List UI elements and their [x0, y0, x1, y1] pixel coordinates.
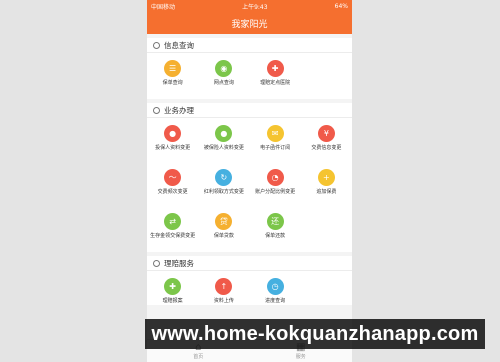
clock-icon: ◷: [266, 278, 284, 295]
section-header: 信息查询: [147, 38, 352, 53]
carrier-label: 中国移动: [151, 3, 176, 11]
menu-item[interactable]: ¥ 交费信息变更: [301, 120, 352, 164]
status-bar: 中国移动 上午9:43 64%: [147, 0, 352, 12]
menu-item-label: 追加保费: [316, 189, 337, 195]
section-header-icon: [153, 106, 160, 114]
nav-bar: 我家阳光: [147, 12, 352, 34]
menu-item-label: 理赔报案: [162, 298, 183, 304]
section-header: 业务办理: [147, 103, 352, 118]
person-icon: ●: [164, 125, 182, 142]
watermark-banner: www.home-kokquanzhanapp.com: [145, 319, 485, 349]
section-title: 信息查询: [164, 40, 194, 50]
menu-item[interactable]: ● 投保人资料变更: [147, 120, 198, 164]
section-grid: ● 投保人资料变更 ● 被保险人资料变更 ✉ 电子函件订阅 ¥ 交费信息变更〜交费频次变更 ↻ 红…: [147, 118, 352, 252]
yuan-icon: ¥: [317, 125, 335, 142]
plus-icon: +: [317, 169, 335, 186]
menu-item-label: 账户分配比例变更: [255, 189, 296, 195]
menu-item[interactable]: ● 被保险人资料变更: [198, 120, 249, 164]
section-title: 业务办理: [164, 105, 194, 115]
pie-chart-icon: ◔: [266, 169, 284, 186]
section-2: 理赔服务 ✚ 理赔报案 ↑ 资料上传 ◷ 进度查询: [147, 256, 352, 305]
section-title: 理赔服务: [164, 258, 194, 268]
menu-item[interactable]: ◷ 进度查询: [250, 273, 301, 305]
sections-container: 信息查询 ☰ 保单查询 ◉ 网点查询 ✚ 理赔定点医院业务办理 ● 投保人资料变更 ● 被保险人资料…: [147, 38, 352, 305]
tab-service-label: 服务: [295, 353, 306, 360]
menu-item[interactable]: ◔ 账户分配比例变更: [250, 164, 301, 208]
menu-item[interactable]: ◉ 网点查询: [198, 55, 249, 99]
loan-icon: 贷: [215, 213, 233, 230]
menu-item-label: 保单还款: [265, 233, 286, 239]
clock: 上午9:43: [242, 3, 268, 11]
menu-item-label: 电子函件订阅: [260, 145, 291, 151]
menu-item-label: 投保人资料变更: [155, 145, 191, 151]
menu-item-label: 进度查询: [265, 298, 286, 304]
menu-item-label: 交费信息变更: [311, 145, 342, 151]
section-grid: ✚ 理赔报案 ↑ 资料上传 ◷ 进度查询: [147, 271, 352, 305]
menu-item[interactable]: ✚ 理赔定点医院: [250, 55, 301, 99]
person-icon: ●: [215, 125, 233, 142]
page-title: 我家阳光: [231, 19, 268, 30]
menu-item[interactable]: ✉ 电子函件订阅: [250, 120, 301, 164]
menu-item-label: 理赔定点医院: [260, 80, 291, 86]
menu-item-label: 红利领取方式变更: [203, 189, 244, 195]
watermark-text: www.home-kokquanzhanapp.com: [151, 322, 479, 345]
menu-item[interactable]: ✚ 理赔报案: [147, 273, 198, 305]
hospital-icon: ✚: [266, 60, 284, 77]
location-pin-icon: ◉: [215, 60, 233, 77]
menu-item-label: 保单贷款: [213, 233, 234, 239]
menu-item[interactable]: 贷保单贷款: [198, 208, 249, 252]
repay-icon: 还: [266, 213, 284, 230]
mail-icon: ✉: [266, 125, 284, 142]
shield-plus-icon: ✚: [164, 278, 182, 295]
section-1: 业务办理 ● 投保人资料变更 ● 被保险人资料变更 ✉ 电子函件订阅 ¥ 交费信息变更〜交费频次…: [147, 103, 352, 252]
menu-item[interactable]: + 追加保费: [301, 164, 352, 208]
refresh-icon: ↻: [215, 169, 233, 186]
menu-item[interactable]: ☰ 保单查询: [147, 55, 198, 99]
section-header-icon: [153, 259, 160, 267]
section-grid: ☰ 保单查询 ◉ 网点查询 ✚ 理赔定点医院: [147, 53, 352, 99]
section-0: 信息查询 ☰ 保单查询 ◉ 网点查询 ✚ 理赔定点医院: [147, 38, 352, 99]
menu-item-label: 生存金领交保费变更: [150, 233, 196, 239]
menu-item-label: 资料上传: [213, 298, 234, 304]
section-header-icon: [153, 41, 160, 49]
battery-level: 64%: [334, 2, 348, 10]
menu-item-label: 交费频次变更: [157, 189, 188, 195]
upload-icon: ↑: [215, 278, 233, 295]
trend-icon: 〜: [164, 169, 182, 186]
menu-item[interactable]: ↻ 红利领取方式变更: [198, 164, 249, 208]
menu-item[interactable]: 〜交费频次变更: [147, 164, 198, 208]
phone-screen: 中国移动 上午9:43 64% 我家阳光 信息查询 ☰ 保单查询 ◉ 网点查询 ✚ 理赔定点…: [147, 0, 352, 362]
menu-item[interactable]: ↑ 资料上传: [198, 273, 249, 305]
menu-item-label: 保单查询: [162, 80, 183, 86]
list-icon: ☰: [164, 60, 182, 77]
menu-item-label: 网点查询: [213, 80, 234, 86]
exchange-icon: ⇄: [164, 213, 182, 230]
section-header: 理赔服务: [147, 256, 352, 271]
menu-item[interactable]: ⇄ 生存金领交保费变更: [147, 208, 198, 252]
menu-item[interactable]: 还保单还款: [250, 208, 301, 252]
menu-item-label: 被保险人资料变更: [203, 145, 244, 151]
tab-home-label: 首页: [193, 353, 204, 360]
